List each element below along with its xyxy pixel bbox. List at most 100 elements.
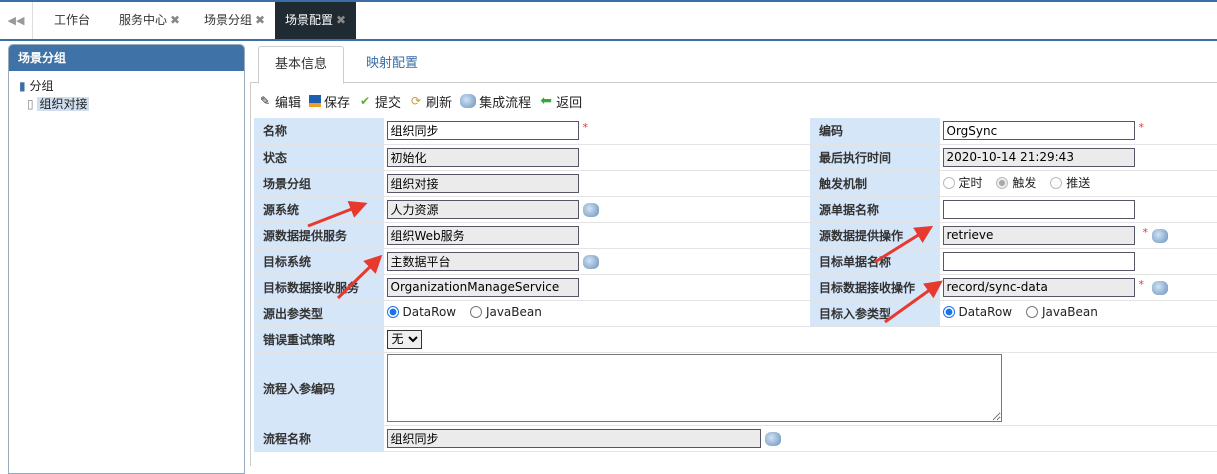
source-operation-label: 源数据提供操作 [810, 222, 941, 249]
retry-policy-label: 错误重试策略 [254, 326, 385, 353]
lookup-icon[interactable] [764, 432, 781, 446]
tab-workbench[interactable]: 工作台 [54, 2, 90, 39]
status-label: 状态 [254, 144, 385, 171]
trigger-event-radio: 触发 [996, 174, 1036, 191]
submit-label: 提交 [375, 95, 402, 111]
file-icon: ▯ [27, 97, 34, 111]
target-javabean-radio[interactable]: JavaBean [1025, 305, 1098, 319]
radio-icon [386, 306, 399, 318]
retry-policy-select[interactable]: 无 [386, 329, 422, 349]
lookup-icon[interactable] [582, 255, 599, 269]
source-system-input [386, 199, 579, 219]
save-icon [309, 95, 322, 107]
lookup-icon[interactable] [1152, 280, 1168, 295]
radio-label: DataRow [402, 305, 457, 319]
tab-scene-group[interactable]: 场景分组 ✖ [204, 2, 265, 39]
status-input [386, 147, 579, 167]
save-button[interactable]: 保存 [309, 91, 350, 111]
radio-icon [1050, 176, 1063, 189]
tab-scene-config[interactable]: 场景配置 ✖ [275, 2, 357, 39]
pencil-icon: ✎ [259, 94, 271, 108]
scene-group-panel: 场景分组 ▮ 分组 ▯ 组织对接 [8, 44, 245, 474]
tree-root-label: 分组 [29, 79, 54, 93]
lookup-icon[interactable] [1152, 228, 1168, 243]
required-mark: * [1138, 121, 1145, 135]
refresh-button[interactable]: ⟳ 刷新 [409, 91, 452, 111]
code-input[interactable] [942, 121, 1135, 141]
radio-icon [469, 306, 482, 318]
tree-item-label: 组织对接 [37, 97, 90, 111]
tab-mapping-config[interactable]: 映射配置 [350, 46, 434, 84]
last-run-label: 最后执行时间 [810, 144, 941, 171]
source-output-type-label: 源出参类型 [254, 300, 385, 327]
toolbar: ✎ 编辑 保存 ✔ 提交 ⟳ 刷新 集成流程 ⬅ 返回 [258, 91, 582, 111]
code-label: 编码 [810, 118, 941, 145]
tab-basic-info[interactable]: 基本信息 [258, 46, 345, 84]
radio-icon [996, 176, 1009, 189]
group-input [386, 173, 579, 193]
source-service-input [386, 225, 579, 245]
target-service-label: 目标数据接收服务 [254, 274, 385, 301]
back-label: 返回 [556, 95, 583, 111]
edit-label: 编辑 [275, 95, 302, 111]
close-icon[interactable]: ✖ [336, 13, 346, 27]
required-mark: * [1142, 225, 1149, 239]
back-arrow-icon: ⬅ [540, 93, 552, 109]
source-operation-input [942, 225, 1135, 245]
save-label: 保存 [324, 95, 351, 111]
tab-label: 工作台 [54, 13, 91, 27]
radio-label: 定时 [958, 176, 983, 191]
radio-icon [942, 306, 955, 318]
submit-button[interactable]: ✔ 提交 [358, 91, 401, 111]
target-input-type-label: 目标入参类型 [810, 300, 941, 327]
last-run-input [942, 147, 1135, 167]
source-doc-input[interactable] [942, 199, 1135, 219]
close-icon[interactable]: ✖ [170, 13, 180, 27]
tab-label: 场景配置 [285, 13, 334, 27]
trigger-push-radio: 推送 [1050, 174, 1090, 191]
name-input[interactable] [386, 121, 579, 141]
computer-icon: ▮ [19, 79, 26, 93]
source-service-label: 源数据提供服务 [254, 222, 385, 249]
radio-label: 推送 [1066, 176, 1091, 191]
tab-service-center[interactable]: 服务中心 ✖ [119, 2, 180, 39]
lookup-icon[interactable] [582, 203, 599, 217]
panel-title: 场景分组 [9, 45, 244, 71]
radio-label: DataRow [958, 305, 1013, 319]
collapse-icon[interactable]: ◀◀ [0, 2, 33, 39]
tree-item[interactable]: ▯ 组织对接 [27, 95, 244, 113]
flow-param-code-label: 流程入参编码 [254, 352, 385, 426]
integration-flow-button[interactable]: 集成流程 [460, 91, 531, 111]
required-mark: * [1138, 277, 1145, 291]
source-system-label: 源系统 [254, 196, 385, 223]
refresh-icon: ⟳ [411, 94, 422, 108]
detail-tabs: 基本信息 映射配置 [250, 44, 1217, 84]
required-mark: * [582, 121, 589, 135]
target-doc-input[interactable] [942, 251, 1135, 271]
tab-label: 场景分组 [204, 13, 253, 27]
radio-label: JavaBean [1041, 305, 1098, 319]
tab-bar: ◀◀ 工作台 服务中心 ✖ 场景分组 ✖ 场景配置 ✖ [0, 0, 1217, 41]
scene-form: 名称 * 编码 * 状态 最后执行时间 场景分组 触发机制 定时 触发 推送 源… [254, 118, 1217, 452]
target-system-label: 目标系统 [254, 248, 385, 275]
radio-label: JavaBean [485, 305, 542, 319]
radio-icon [942, 176, 955, 189]
target-service-input [386, 277, 579, 297]
trigger-label: 触发机制 [810, 170, 941, 197]
tree-root[interactable]: ▮ 分组 [19, 77, 244, 95]
source-doc-label: 源单据名称 [810, 196, 941, 223]
submit-icon: ✔ [360, 94, 371, 108]
flow-param-code-textarea[interactable] [386, 353, 1002, 422]
back-button[interactable]: ⬅ 返回 [539, 91, 582, 111]
target-operation-label: 目标数据接收操作 [810, 274, 941, 301]
target-datarow-radio[interactable]: DataRow [942, 305, 1013, 319]
flow-label: 集成流程 [479, 95, 532, 111]
source-datarow-radio[interactable]: DataRow [386, 305, 457, 319]
source-javabean-radio[interactable]: JavaBean [469, 305, 542, 319]
flow-icon [460, 94, 477, 108]
edit-button[interactable]: ✎ 编辑 [258, 91, 301, 111]
close-icon[interactable]: ✖ [255, 13, 265, 27]
target-doc-label: 目标单据名称 [810, 248, 941, 275]
flow-name-input [386, 428, 761, 448]
target-operation-input [942, 277, 1135, 297]
